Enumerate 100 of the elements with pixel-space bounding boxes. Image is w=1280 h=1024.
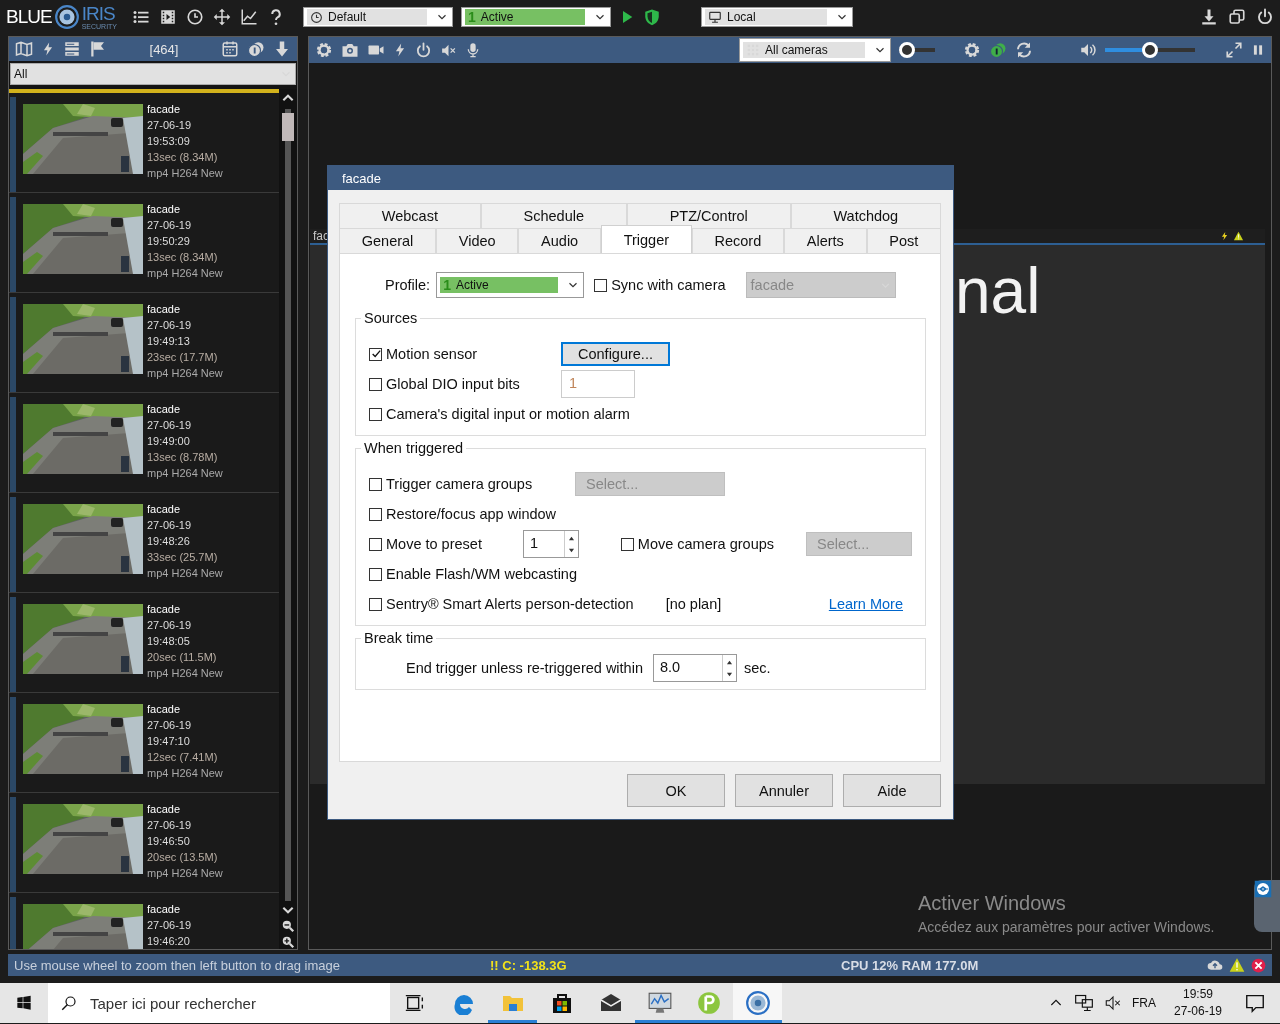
number-spinner[interactable]: 8.0	[652, 654, 737, 682]
clip-item[interactable]: facade 27-06-19 19:48:05 20sec (11.5M) mp4 H264 New	[9, 593, 279, 693]
group-title: Break time	[361, 630, 437, 646]
chart-icon[interactable]	[240, 8, 258, 26]
tab[interactable]: Schedule	[480, 203, 627, 228]
number-spinner[interactable]: 1	[523, 530, 579, 558]
refresh-icon[interactable]	[1015, 41, 1033, 59]
slider-thumb[interactable]	[899, 42, 915, 58]
clip-item[interactable]: facade 27-06-19 19:50:29 13sec (8.34M) mp4 H264 New	[9, 193, 279, 293]
checkbox[interactable]	[369, 347, 382, 361]
clip-duration: 33sec (25.7M)	[147, 550, 219, 565]
clip-item[interactable]: facade 27-06-19 19:53:09 13sec (8.34M) mp4 H264 New	[9, 93, 279, 193]
lightning-icon[interactable]	[393, 42, 407, 58]
checkbox[interactable]	[369, 537, 382, 551]
checkbox[interactable]	[369, 477, 382, 491]
task-view-icon[interactable]	[403, 992, 426, 1014]
up-arrow-icon[interactable]	[567, 534, 575, 541]
tab[interactable]: Post	[866, 228, 942, 253]
power-icon[interactable]	[1256, 8, 1274, 26]
checkbox[interactable]	[594, 278, 608, 292]
camera-icon[interactable]	[341, 41, 359, 59]
checkbox[interactable]	[369, 377, 382, 391]
download-icon[interactable]	[1200, 8, 1218, 26]
clock-icon[interactable]	[186, 8, 204, 26]
monitor-icon	[708, 10, 722, 24]
checkbox[interactable]	[369, 567, 382, 581]
tab[interactable]: PTZ/Control	[626, 203, 791, 228]
pause-icon[interactable]	[1251, 42, 1265, 58]
clip-item[interactable]: facade 27-06-19 19:46:50 20sec (13.5M) mp4 H264 New	[9, 793, 279, 893]
clip-item[interactable]: facade 27-06-19 19:46:20	[9, 893, 279, 949]
clip-item[interactable]: facade 27-06-19 19:49:13 23sec (17.7M) mp4 H264 New	[9, 293, 279, 393]
down-arrow-icon[interactable]	[567, 547, 575, 554]
clip-item[interactable]: facade 27-06-19 19:48:26 33sec (25.7M) mp4 H264 New	[9, 493, 279, 593]
zoom-in-icon[interactable]	[281, 935, 295, 949]
camera-group-dropdown[interactable]: All cameras	[739, 38, 891, 62]
tab[interactable]: Webcast	[339, 203, 481, 228]
server-icon[interactable]	[63, 40, 81, 58]
checkbox[interactable]	[369, 407, 382, 421]
tab[interactable]: General	[339, 228, 437, 253]
microphone-icon[interactable]	[465, 42, 481, 58]
clip-date: 27-06-19	[147, 718, 193, 733]
restore-icon[interactable]	[1228, 8, 1246, 26]
volume-slider[interactable]	[1105, 42, 1195, 58]
tab[interactable]: Record	[691, 228, 784, 253]
notification-icon[interactable]	[1244, 992, 1266, 1014]
dialog-button[interactable]: Aide	[843, 774, 941, 807]
learn-more-link[interactable]: Learn More	[828, 596, 903, 612]
globe-icon[interactable]	[744, 990, 771, 1016]
speaker-muted-icon[interactable]	[1103, 994, 1122, 1012]
error-icon[interactable]	[1251, 957, 1266, 973]
tab[interactable]: Trigger	[600, 225, 692, 253]
schedule-dropdown[interactable]: Default	[303, 7, 453, 27]
up-arrow-icon[interactable]	[725, 658, 733, 665]
slider-thumb[interactable]	[1142, 42, 1158, 58]
language-indicator[interactable]: FRA	[1131, 996, 1156, 1010]
select-button[interactable]: Configure...	[561, 342, 670, 366]
tab[interactable]: Video	[436, 228, 519, 253]
lightning-icon[interactable]	[41, 41, 55, 57]
start-icon[interactable]	[16, 995, 32, 1011]
map-icon[interactable]	[15, 40, 33, 58]
down-arrow-icon[interactable]	[725, 671, 733, 678]
download-arrow-icon[interactable]	[273, 40, 291, 58]
tab[interactable]: Watchdog	[790, 203, 941, 228]
flag-icon[interactable]	[89, 40, 107, 58]
zoom-slider[interactable]	[899, 42, 935, 58]
expand-icon[interactable]	[1225, 41, 1243, 59]
group-title: When triggered	[361, 440, 467, 456]
profile-dropdown[interactable]: 1 Active	[461, 7, 611, 27]
clip-item[interactable]: facade 27-06-19 19:47:10 12sec (7.41M) mp4 H264 New	[9, 693, 279, 793]
clip-item[interactable]: facade 27-06-19 19:49:00 13sec (8.78M) mp4 H264 New	[9, 393, 279, 493]
coins-icon[interactable]	[247, 40, 265, 58]
clock-icon	[310, 10, 323, 24]
filter-dropdown[interactable]: All	[10, 63, 296, 85]
move-icon[interactable]	[213, 8, 231, 26]
clip-name: facade	[147, 702, 182, 717]
zoom-out-icon[interactable]	[281, 919, 295, 933]
side-tab[interactable]	[1254, 880, 1280, 932]
shield-icon[interactable]	[643, 8, 661, 26]
checkbox[interactable]	[369, 597, 382, 611]
dialog-button[interactable]: Annuler	[735, 774, 833, 807]
settings-icon[interactable]	[963, 41, 981, 59]
server-dropdown[interactable]: Local	[701, 7, 853, 27]
clip-name: facade	[147, 202, 182, 217]
film-icon[interactable]	[159, 8, 177, 26]
checkbox[interactable]	[369, 507, 382, 521]
list-icon[interactable]	[132, 8, 150, 26]
calendar-icon[interactable]	[221, 40, 239, 58]
settings-icon[interactable]	[315, 41, 333, 59]
network-icon[interactable]	[1073, 993, 1094, 1013]
clock[interactable]: 19:59 27-06-19	[1173, 986, 1222, 1020]
tab[interactable]: Audio	[518, 228, 601, 253]
checkbox[interactable]	[620, 537, 634, 551]
dialog-button[interactable]: OK	[627, 774, 725, 807]
search-field[interactable]: Taper ici pour rechercher	[48, 983, 390, 1023]
warning-icon[interactable]	[1229, 957, 1245, 973]
badge-icon[interactable]	[989, 41, 1007, 59]
tab[interactable]: Alerts	[784, 228, 867, 253]
profile-dropdown[interactable]: 1 Active	[436, 272, 585, 298]
monitor-icon[interactable]	[646, 990, 673, 1016]
scrollbar-thumb[interactable]	[282, 113, 294, 141]
